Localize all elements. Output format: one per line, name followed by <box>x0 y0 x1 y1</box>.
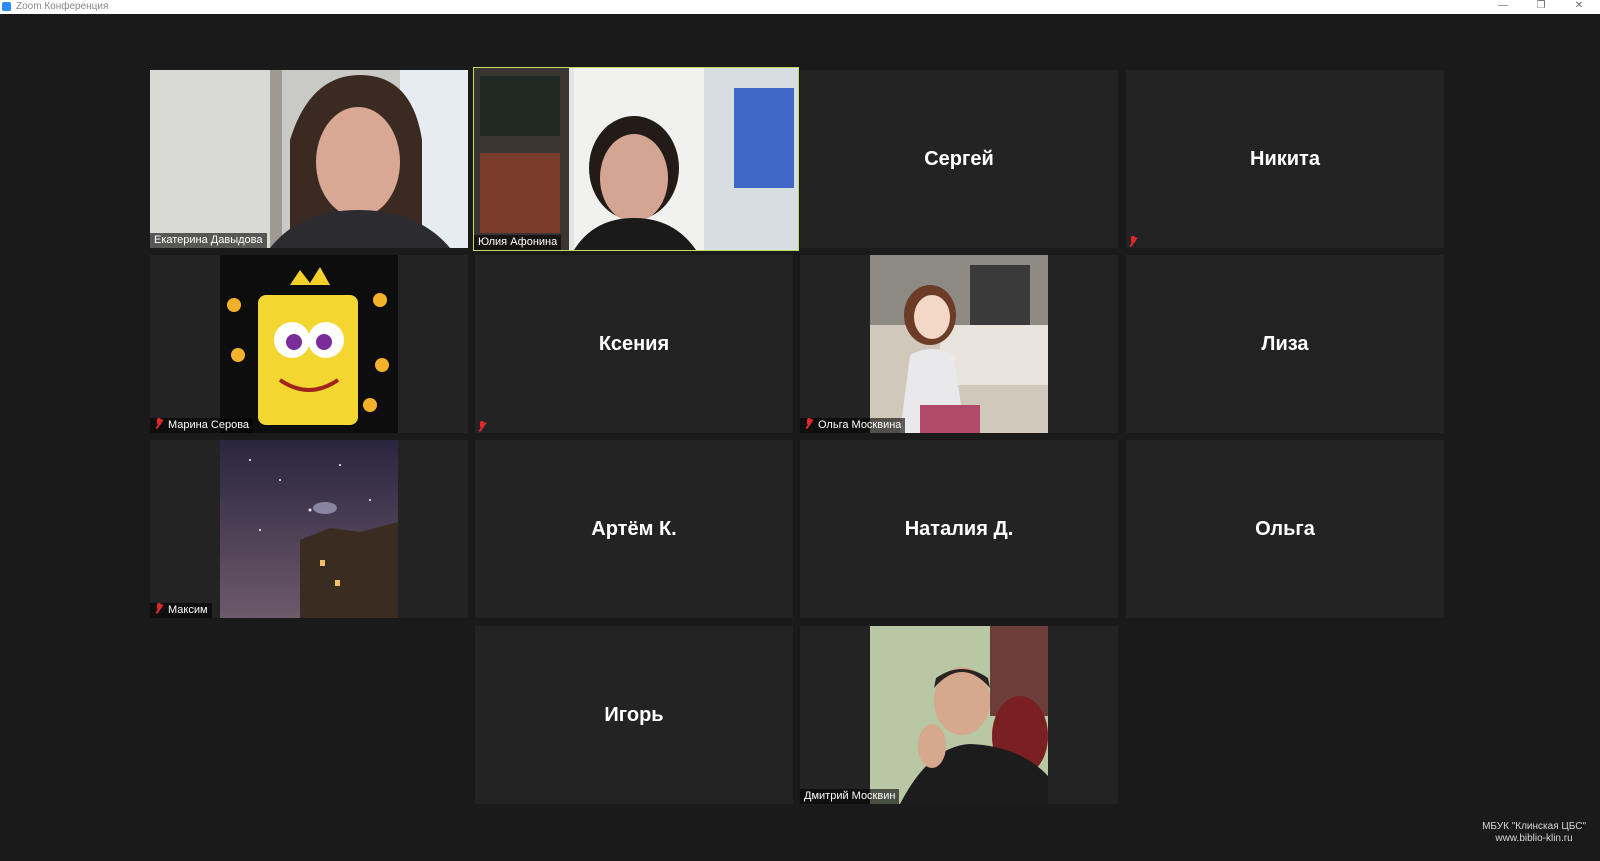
muted-mic-icon <box>154 603 164 615</box>
watermark-line: МБУК "Клинская ЦБС" <box>1482 821 1586 832</box>
participant-tile[interactable]: Марина Серова <box>150 255 468 433</box>
participant-name: Сергей <box>924 147 994 170</box>
participant-tile[interactable]: Ксения <box>475 255 793 433</box>
participant-tile[interactable]: Ольга <box>1126 440 1444 618</box>
minimize-button[interactable]: — <box>1488 0 1518 14</box>
muted-mic-icon <box>154 418 164 430</box>
zoom-app-icon <box>2 2 11 11</box>
window-title: Zoom Конференция <box>16 1 109 12</box>
restore-button[interactable]: ❐ <box>1526 0 1556 14</box>
participant-tile[interactable]: Игорь <box>475 626 793 804</box>
participant-name: Лиза <box>1261 332 1309 355</box>
participant-name: Никита <box>1250 147 1320 170</box>
window-titlebar: Zoom Конференция — ❐ ✕ <box>0 0 1600 14</box>
participant-tile[interactable]: Сергей <box>800 70 1118 248</box>
participant-tile[interactable]: Екатерина Давыдова <box>150 70 468 248</box>
participant-name: Наталия Д. <box>904 517 1014 540</box>
participant-video <box>870 626 1048 804</box>
participant-name: Игорь <box>604 703 664 726</box>
participant-name-label: Марина Серова <box>150 418 254 433</box>
watermark-line: www.biblio-klin.ru <box>1495 833 1573 844</box>
close-button[interactable]: ✕ <box>1564 0 1594 14</box>
participant-tile[interactable]: Лиза <box>1126 255 1444 433</box>
muted-mic-icon <box>1128 233 1142 247</box>
participant-video <box>220 255 398 433</box>
participant-tile-active-speaker[interactable]: Юлия Афонина <box>473 67 799 251</box>
participant-tile[interactable]: Наталия Д. <box>800 440 1118 618</box>
muted-mic-icon <box>477 418 491 432</box>
participant-name-label: Ольга Москвина <box>800 418 906 433</box>
participant-video <box>474 68 798 250</box>
participant-name-label: Максим <box>150 603 212 618</box>
participant-name-label: Екатерина Давыдова <box>150 233 267 248</box>
participant-tile[interactable]: Никита <box>1126 70 1444 248</box>
participant-name: Ольга <box>1255 517 1315 540</box>
participant-tile[interactable]: Артём К. <box>475 440 793 618</box>
participant-video <box>220 440 398 618</box>
participant-video <box>870 255 1048 433</box>
participant-tile[interactable]: Максим <box>150 440 468 618</box>
participant-name-label: Юлия Афонина <box>474 235 562 250</box>
participant-video <box>150 70 468 248</box>
participant-tile[interactable]: Ольга Москвина <box>800 255 1118 433</box>
participant-name: Ксения <box>598 332 670 355</box>
participant-tile[interactable]: Дмитрий Москвин <box>800 626 1118 804</box>
muted-mic-icon <box>804 418 814 430</box>
watermark: МБУК "Клинская ЦБС" www.biblio-klin.ru <box>1482 821 1586 845</box>
participant-name-label: Дмитрий Москвин <box>800 789 900 804</box>
participant-name: Артём К. <box>591 517 677 540</box>
